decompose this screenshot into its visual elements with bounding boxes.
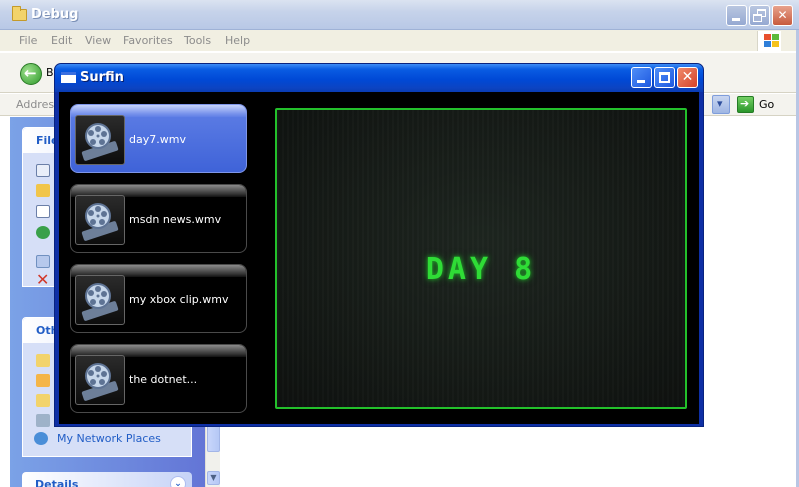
menu-bar: File Edit View Favorites Tools Help — [0, 30, 799, 52]
playlist-item[interactable]: my xbox clip.wmv — [70, 264, 247, 333]
rename-icon[interactable] — [36, 164, 50, 177]
close-button[interactable]: ✕ — [772, 5, 793, 26]
menu-file[interactable]: File — [19, 34, 37, 47]
playlist-item-label: the dotnet... — [129, 373, 198, 386]
video-file-icon — [75, 195, 125, 245]
explorer-titlebar[interactable]: Debug ✕ — [0, 0, 799, 30]
chevron-down-icon[interactable]: ⌄ — [170, 476, 186, 487]
playlist-item[interactable]: msdn news.wmv — [70, 184, 247, 253]
playlist-item[interactable]: day7.wmv — [70, 104, 247, 173]
folder-icon[interactable] — [36, 354, 50, 367]
video-file-icon — [75, 275, 125, 325]
details-heading-label: Details — [35, 478, 79, 487]
video-player[interactable]: DAY 8 — [275, 108, 687, 409]
playlist-item-label: msdn news.wmv — [129, 213, 222, 226]
my-documents-icon[interactable] — [36, 374, 50, 387]
explorer-window-title: Debug — [31, 7, 79, 22]
playlist-item-label: my xbox clip.wmv — [129, 293, 229, 306]
details-heading[interactable]: Details ⌄ — [22, 472, 192, 487]
close-icon: ✕ — [777, 8, 788, 22]
surfin-window-title: Surfin — [80, 70, 124, 85]
go-button-label[interactable]: Go — [759, 98, 774, 111]
video-file-icon — [75, 355, 125, 405]
my-computer-icon[interactable] — [36, 414, 50, 427]
go-arrow-icon[interactable] — [737, 96, 754, 113]
minimize-button[interactable] — [726, 5, 747, 26]
my-network-places-link[interactable]: My Network Places — [57, 432, 161, 445]
maximize-icon — [659, 72, 670, 83]
restore-button[interactable] — [749, 5, 770, 26]
menu-tools[interactable]: Tools — [184, 34, 211, 47]
surfin-maximize-button[interactable] — [654, 67, 675, 88]
minimize-icon — [637, 80, 645, 83]
surfin-window: Surfin ✕ day7.wmv msdn news.wmv my xbox … — [54, 63, 704, 427]
minimize-icon — [732, 18, 740, 21]
menu-help[interactable]: Help — [225, 34, 250, 47]
publish-web-icon[interactable] — [36, 226, 50, 239]
close-icon: ✕ — [681, 69, 694, 85]
copy-icon[interactable] — [36, 205, 50, 218]
menu-edit[interactable]: Edit — [51, 34, 72, 47]
playlist-item[interactable]: the dotnet... — [70, 344, 247, 413]
window-icon — [61, 72, 76, 83]
surfin-titlebar[interactable]: Surfin ✕ — [55, 64, 703, 92]
back-arrow-icon[interactable] — [20, 63, 42, 85]
move-icon[interactable] — [36, 184, 50, 197]
network-places-icon[interactable] — [34, 432, 48, 445]
address-dropdown-button[interactable] — [712, 95, 730, 114]
surfin-close-button[interactable]: ✕ — [677, 67, 698, 88]
menu-view[interactable]: View — [85, 34, 111, 47]
shared-folder-icon[interactable] — [36, 394, 50, 407]
video-frame-text: DAY 8 — [425, 252, 537, 287]
email-icon[interactable] — [36, 255, 50, 268]
windows-logo-icon — [757, 31, 781, 51]
playlist-item-label: day7.wmv — [129, 133, 186, 146]
menu-favorites[interactable]: Favorites — [123, 34, 173, 47]
scroll-down-button[interactable]: ▼ — [207, 471, 220, 485]
surfin-minimize-button[interactable] — [631, 67, 652, 88]
folder-icon — [12, 6, 27, 21]
delete-icon[interactable]: ✕ — [36, 272, 49, 288]
video-file-icon — [75, 115, 125, 165]
surfin-content: day7.wmv msdn news.wmv my xbox clip.wmv … — [59, 92, 699, 424]
